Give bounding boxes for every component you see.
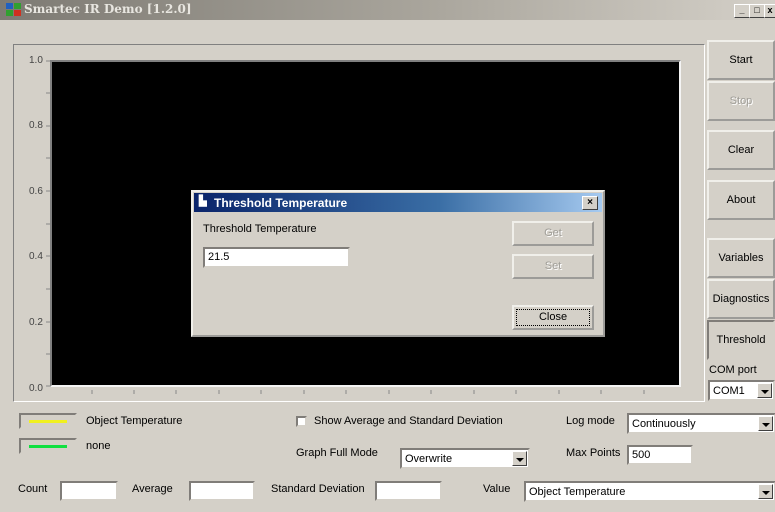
maximize-button[interactable]: □ <box>749 4 765 18</box>
stddev-field[interactable] <box>375 481 442 501</box>
window-title: Smartec IR Demo [1.2.0] <box>24 2 192 16</box>
chevron-down-icon[interactable] <box>757 383 772 398</box>
count-label: Count <box>18 483 48 495</box>
close-button[interactable]: Close <box>512 305 594 330</box>
log-mode-select[interactable]: Continuously <box>627 413 775 434</box>
average-field[interactable] <box>189 481 255 501</box>
get-button[interactable]: Get <box>512 221 594 246</box>
chevron-down-icon[interactable] <box>758 416 773 431</box>
close-window-button[interactable]: x <box>764 4 775 18</box>
y-tick-label: 0.0 <box>29 383 43 394</box>
show-average-checkbox[interactable] <box>296 416 307 427</box>
series-swatch-none[interactable] <box>19 438 77 454</box>
graph-mode-select[interactable]: Overwrite <box>400 448 530 469</box>
about-button[interactable]: About <box>707 180 775 220</box>
dialog-close-icon[interactable]: × <box>582 196 598 210</box>
y-tick-label: 0.6 <box>29 186 43 197</box>
show-average-label: Show Average and Standard Deviation <box>314 415 503 427</box>
yellow-line-icon <box>29 420 67 423</box>
green-line-icon <box>29 445 67 448</box>
chevron-down-icon[interactable] <box>758 484 773 499</box>
minimize-button[interactable]: _ <box>734 4 750 18</box>
com-port-select[interactable]: COM1 <box>708 380 775 401</box>
graph-mode-label: Graph Full Mode <box>296 447 378 459</box>
max-points-input[interactable]: 500 <box>627 445 693 465</box>
threshold-field-label: Threshold Temperature <box>203 223 317 235</box>
y-tick-label: 0.8 <box>29 120 43 131</box>
threshold-dialog: ▙ Threshold Temperature × Threshold Temp… <box>191 190 605 337</box>
chevron-down-icon[interactable] <box>512 451 527 466</box>
y-tick-label: 0.4 <box>29 251 43 262</box>
log-mode-value: Continuously <box>632 418 696 430</box>
value-select[interactable]: Object Temperature <box>524 481 775 502</box>
dialog-title: Threshold Temperature <box>214 196 348 210</box>
com-port-value: COM1 <box>713 385 745 397</box>
value-select-text: Object Temperature <box>529 486 626 498</box>
value-label: Value <box>483 483 511 495</box>
y-tick-label: 1.0 <box>29 55 43 66</box>
legend-label-object-temperature: Object Temperature <box>86 415 183 427</box>
variables-button[interactable]: Variables <box>707 238 775 278</box>
dialog-window-icon: ▙ <box>199 196 207 207</box>
y-tick-label: 0.2 <box>29 317 43 328</box>
threshold-button[interactable]: Threshold <box>707 320 775 360</box>
clear-button[interactable]: Clear <box>707 130 775 170</box>
start-button[interactable]: Start <box>707 40 775 80</box>
legend-label-none: none <box>86 440 111 452</box>
app-icon <box>6 3 21 16</box>
log-mode-label: Log mode <box>566 415 615 427</box>
stop-button[interactable]: Stop <box>707 81 775 121</box>
threshold-input[interactable]: 21.5 <box>203 247 350 268</box>
set-button[interactable]: Set <box>512 254 594 279</box>
graph-mode-value: Overwrite <box>405 453 453 465</box>
max-points-label: Max Points <box>566 447 621 459</box>
count-field[interactable] <box>60 481 118 501</box>
com-port-label: COM port <box>709 364 757 376</box>
stddev-label: Standard Deviation <box>271 483 365 495</box>
average-label: Average <box>132 483 173 495</box>
diagnostics-button[interactable]: Diagnostics <box>707 279 775 319</box>
dialog-title-bar: ▙ Threshold Temperature × <box>194 193 602 212</box>
series-swatch-object-temperature[interactable] <box>19 413 77 429</box>
